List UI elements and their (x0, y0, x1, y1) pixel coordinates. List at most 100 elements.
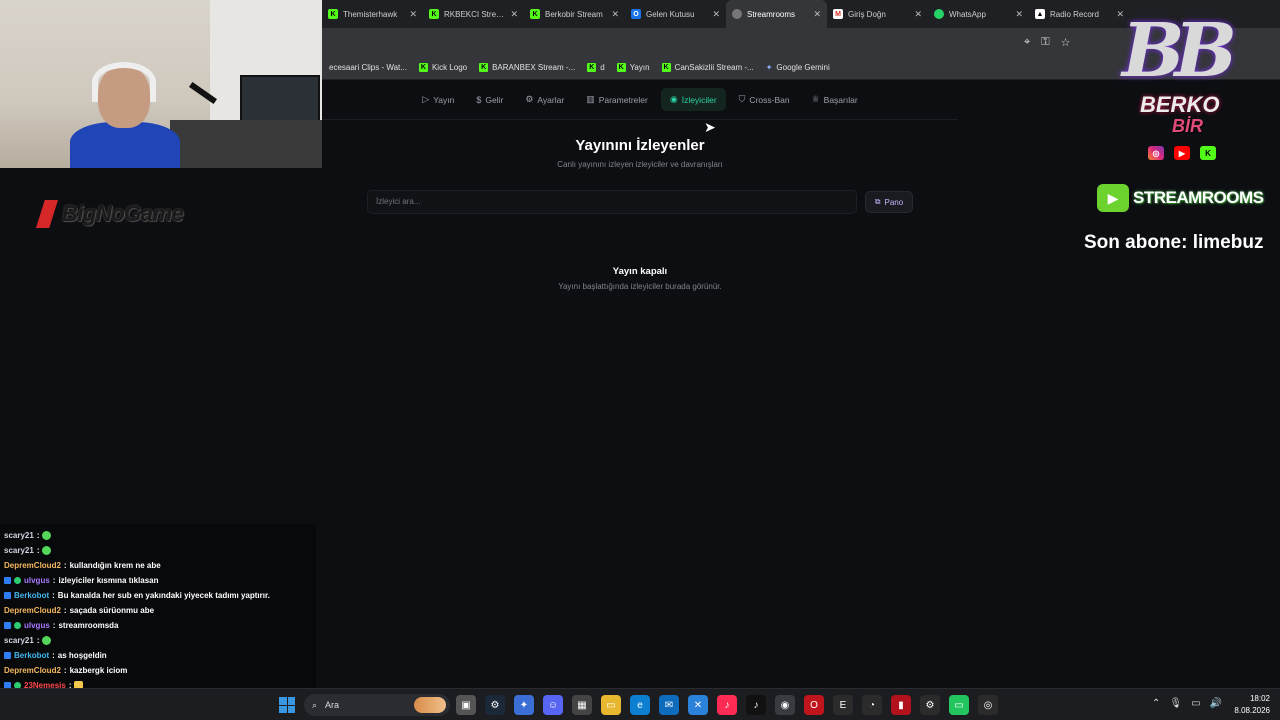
chat-username: ulvgus (24, 621, 50, 630)
play-icon: ▶ (1097, 184, 1129, 212)
close-tab-icon[interactable]: ✕ (611, 9, 619, 20)
youtube-icon: ▶ (1174, 146, 1190, 160)
file-explorer-icon[interactable]: ▭ (601, 695, 621, 715)
monitor-in-webcam (240, 75, 320, 125)
external-link-icon: ⧉ (874, 197, 881, 206)
tray-chevron-icon[interactable]: ⌃ (1152, 698, 1160, 709)
location-icon[interactable]: ⌖ (1024, 36, 1030, 49)
chat-message: ulvgus : streamroomsda (4, 618, 312, 633)
chat-badge-icon (4, 592, 11, 599)
browser-tab[interactable]: K Themisterhawk ✕ (322, 0, 423, 28)
bookmark-item[interactable]: K CanSakizlii Stream -... (661, 63, 754, 72)
browser-tab-label: RKBEKCI Stream (444, 9, 507, 19)
kick-icon: K (328, 9, 338, 19)
discord-icon[interactable]: ☺ (543, 695, 563, 715)
bookmark-star-icon[interactable]: ☆ (1061, 36, 1071, 49)
settings-icon[interactable]: ⚙ (920, 695, 940, 715)
task-view-icon[interactable]: ▣ (456, 695, 476, 715)
last-subscriber: Son abone: limebuz (1084, 232, 1264, 253)
speedometer-icon[interactable]: ◔ (862, 695, 882, 715)
display-icon[interactable]: ▭ (1191, 698, 1200, 709)
browser-tab[interactable]: K RKBEKCI Stream ✕ (423, 0, 524, 28)
browser-tab[interactable]: Streamrooms ✕ (726, 0, 827, 28)
viewer-search-input[interactable]: İzleyici ara... (367, 190, 857, 214)
bookmark-label: Google Gemini (776, 63, 830, 72)
pano-button[interactable]: ⧉ Pano (865, 191, 913, 213)
bb-name: BERKO (1140, 92, 1220, 117)
bookmark-item[interactable]: K BARANBEX Stream -... (479, 63, 575, 72)
nav-item[interactable]: ▷ Yayın (413, 88, 463, 111)
close-tab-icon[interactable]: ✕ (813, 9, 821, 20)
browser-tab[interactable]: K Berkobir Stream ✕ (524, 0, 625, 28)
chat-text: kazbergk iciom (69, 666, 128, 675)
microphone-icon[interactable]: 🎙 (1169, 698, 1182, 709)
kick-icon: K (616, 63, 626, 72)
chat-message: scary21 : (4, 633, 312, 648)
bookmark-label: CanSakizlii Stream -... (674, 63, 754, 72)
close-tab-icon[interactable]: ✕ (914, 9, 922, 20)
nav-item[interactable]: ▥ Parametreler (577, 88, 657, 111)
chat-badge-icon (14, 577, 21, 584)
app-red-icon[interactable]: ▮ (891, 695, 911, 715)
taskbar-search[interactable]: ⌕ Ara (304, 694, 450, 716)
browser-tab[interactable]: O Gelen Kutusu ✕ (625, 0, 726, 28)
start-button[interactable] (279, 697, 295, 713)
webcam-feed (0, 0, 322, 168)
password-key-icon[interactable]: ⚿ (1041, 36, 1049, 49)
bookmark-label: Yayın (629, 63, 650, 72)
streamrooms-page: ▷ Yayın $ Gelir ⚙ Ayarlar ▥ Parametreler ◉ İzleyi… (322, 80, 1280, 688)
chat-badge-icon (14, 622, 21, 629)
nav-item[interactable]: ⚙ Ayarlar (516, 88, 573, 111)
close-tab-icon[interactable]: ✕ (510, 9, 518, 20)
chrome-icon[interactable]: ◉ (775, 695, 795, 715)
bookmark-item[interactable]: K Yayın (616, 63, 650, 72)
nav-item[interactable]: ♕ Başarılar (803, 88, 867, 111)
close-tab-icon[interactable]: ✕ (1015, 9, 1023, 20)
copilot-icon[interactable]: ✦ (514, 695, 534, 715)
streamrooms-logo: ▶ STREAMROOMS (1097, 184, 1264, 212)
close-tab-icon[interactable]: ✕ (712, 9, 720, 20)
browser-tab-label: Berkobir Stream (545, 9, 603, 19)
taskbar-search-label: Ara (325, 700, 340, 710)
system-clock[interactable]: 18:02 8.08.2026 (1230, 693, 1270, 717)
chat-message: scary21 : (4, 528, 312, 543)
nav-item[interactable]: ⛉ Cross-Ban (730, 88, 799, 111)
nav-item[interactable]: $ Gelir (467, 89, 512, 111)
browser-tab-label: Giriş Doğn (848, 9, 886, 19)
chat-username: DepremCloud2 (4, 606, 61, 615)
streamlabs-icon[interactable]: ▭ (949, 695, 969, 715)
bookmark-item[interactable]: Kd (587, 63, 605, 72)
whatsapp-icon (934, 9, 944, 19)
bb-initials: BB (1122, 8, 1237, 94)
steam-icon[interactable]: ⚙ (485, 695, 505, 715)
browser-tab-label: Radio Record (1050, 9, 1099, 19)
search-icon: ⌕ (312, 699, 318, 710)
close-tab-icon[interactable]: ✕ (409, 9, 417, 20)
radio-icon: ▲ (1035, 9, 1045, 19)
browser-tab-label: Themisterhawk (343, 9, 398, 19)
nav-item-label: Ayarlar (537, 94, 565, 105)
browser-tab-label: Gelen Kutusu (646, 9, 695, 19)
opera-icon[interactable]: O (804, 695, 824, 715)
tiktok-studio-icon[interactable]: ♪ (717, 695, 737, 715)
bookmark-item[interactable]: ecesaari Clips - Wat... (329, 63, 407, 72)
bookmark-item[interactable]: ✦ Google Gemini (766, 63, 830, 72)
nav-item[interactable]: ◉ İzleyiciler (660, 88, 726, 111)
volume-icon[interactable]: 🔊 (1210, 698, 1222, 709)
nav-item-icon: $ (476, 94, 482, 105)
bignogame-logo: BigNoGame (36, 200, 184, 228)
browser-tab[interactable]: M Giriş Doğn ✕ (827, 0, 928, 28)
chat-text: kullandığın krem ne abe (69, 561, 161, 570)
obs-icon[interactable]: ◎ (978, 695, 998, 715)
bookmark-item[interactable]: K Kick Logo (418, 63, 467, 72)
empty-state-title: Yayın kapalı (612, 266, 668, 277)
outlook-icon[interactable]: ✉ (659, 695, 679, 715)
tiktok-icon[interactable]: ♪ (746, 695, 766, 715)
chat-message: ulvgus : izleyiciler kısmına tıklasan (4, 573, 312, 588)
nav-item-icon: ◉ (669, 94, 678, 104)
edge-icon[interactable]: e (630, 695, 650, 715)
epic-games-icon[interactable]: E (833, 695, 853, 715)
store-icon[interactable]: ▦ (572, 695, 592, 715)
browser-tab[interactable]: WhatsApp ✕ (928, 0, 1029, 28)
app-icon[interactable]: ✕ (688, 695, 708, 715)
